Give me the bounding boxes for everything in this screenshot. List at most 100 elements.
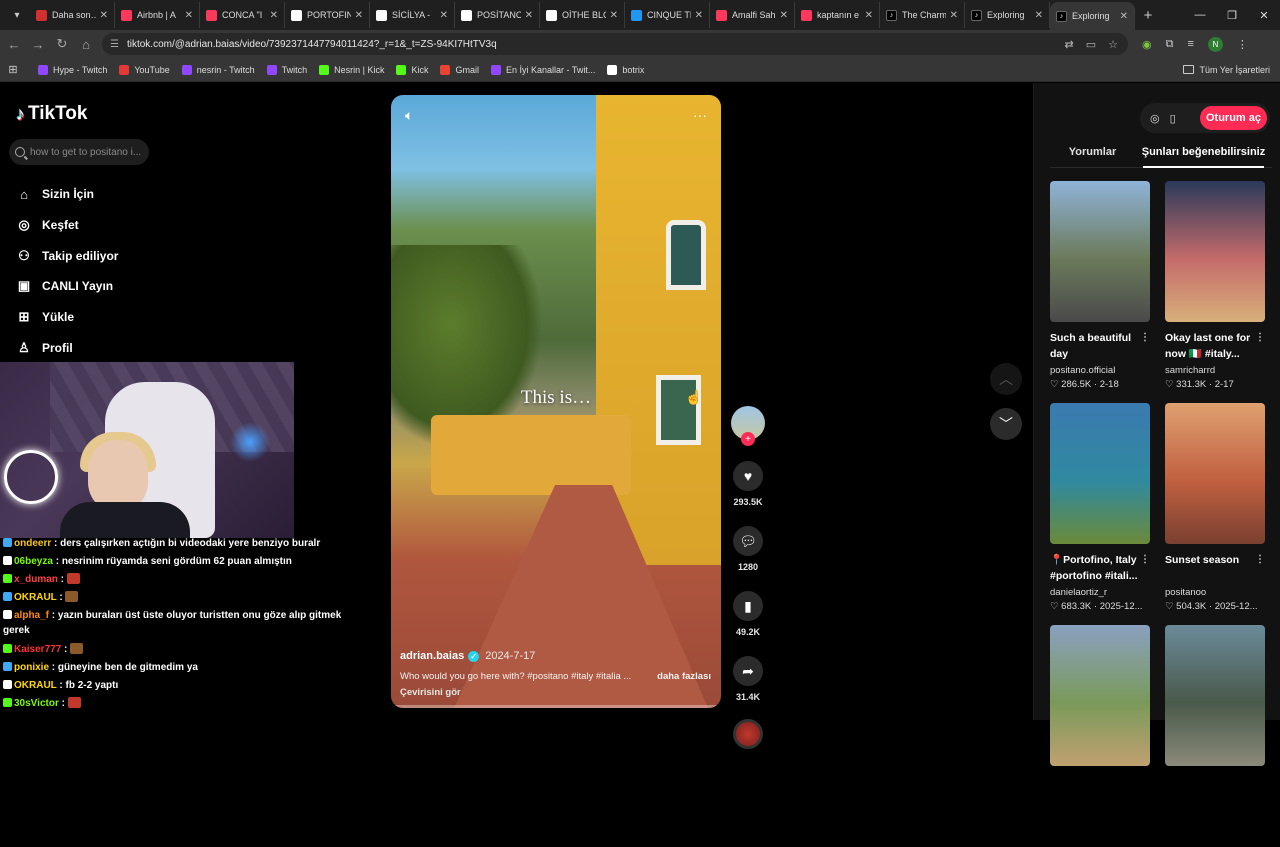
browser-tab[interactable]: PORTOFIN ✕	[285, 2, 370, 28]
bookmark-item[interactable]: Twitch	[266, 64, 307, 75]
browser-tab[interactable]: CINQUE TE ✕	[625, 2, 710, 28]
url-field[interactable]: ☰ tiktok.com/@adrian.baias/video/7392371…	[102, 33, 1128, 55]
recommended-video-card[interactable]	[1050, 625, 1150, 847]
nav-item[interactable]: ⊞ Yükle	[16, 302, 118, 333]
tab-close-icon[interactable]: ✕	[1120, 11, 1128, 22]
card-username[interactable]: positano.official	[1050, 365, 1150, 376]
tab-close-icon[interactable]: ✕	[525, 10, 533, 21]
card-menu-icon[interactable]: ⋮	[1140, 330, 1150, 362]
bookmark-item[interactable]: Kick	[396, 64, 428, 75]
card-menu-icon[interactable]: ⋮	[1140, 552, 1150, 584]
bookmark-item[interactable]: botrix	[607, 64, 644, 75]
tab-close-icon[interactable]: ✕	[440, 10, 448, 21]
video-thumbnail[interactable]	[1050, 403, 1150, 544]
tab-close-icon[interactable]: ✕	[695, 10, 703, 21]
translate-icon[interactable]: ⇄	[1065, 38, 1074, 51]
tab-comments[interactable]: Yorumlar	[1050, 143, 1135, 167]
bookmark-item[interactable]: YouTube	[119, 64, 170, 75]
bookmark-item[interactable]: nesrin - Twitch	[181, 64, 255, 75]
browser-tab[interactable]: Daha son… ✕	[30, 2, 115, 28]
tab-close-icon[interactable]: ✕	[1035, 10, 1043, 21]
author-avatar[interactable]: +	[731, 406, 765, 446]
card-username[interactable]: positanoo	[1165, 587, 1265, 598]
puzzle-icon[interactable]: ⧉	[1166, 38, 1174, 51]
video-thumbnail[interactable]	[1165, 625, 1265, 766]
site-info-icon[interactable]: ☰	[110, 39, 119, 50]
video-thumbnail[interactable]	[1050, 625, 1150, 766]
card-username[interactable]: samricharrd	[1165, 365, 1265, 376]
tiktok-logo[interactable]: ♪ TikTok	[16, 103, 87, 125]
next-video-button[interactable]: ﹀	[990, 408, 1022, 440]
card-menu-icon[interactable]: ⋮	[1255, 552, 1265, 584]
new-tab-button[interactable]: +	[1135, 7, 1161, 24]
video-player[interactable]: 🔈︎ ··· This is… adrian.baias ✓ 2024-7-17…	[391, 95, 721, 708]
browser-tab[interactable]: ♪ The Charm ✕	[880, 2, 965, 28]
profile-avatar[interactable]: N	[1207, 36, 1223, 52]
browser-tab[interactable]: Airbnb | A ✕	[115, 2, 200, 28]
all-bookmarks-button[interactable]: Tüm Yer İşaretleri	[1183, 65, 1270, 75]
login-button[interactable]: Oturum aç	[1199, 106, 1267, 130]
comment-icon[interactable]: 💬︎	[733, 526, 763, 556]
tab-close-icon[interactable]: ✕	[610, 10, 618, 21]
tab-close-icon[interactable]: ✕	[865, 10, 873, 21]
close-window-icon[interactable]: ✕	[1248, 9, 1280, 22]
volume-icon[interactable]: 🔈︎	[405, 107, 413, 124]
video-progress-bar[interactable]	[391, 705, 721, 708]
tab-close-icon[interactable]: ✕	[355, 10, 363, 21]
reload-icon[interactable]: ↻	[50, 36, 74, 52]
back-icon[interactable]: ←	[2, 37, 26, 52]
explore-icon[interactable]: ◎	[1150, 112, 1160, 125]
bookmark-item[interactable]: En İyi Kanallar - Twit...	[491, 64, 595, 75]
browser-tab[interactable]: ♪ Exploring ✕	[1050, 2, 1135, 30]
menu-dots-icon[interactable]: ⋮	[1237, 38, 1248, 51]
bookmark-icon[interactable]: ▮	[733, 591, 763, 621]
home-button-icon[interactable]: ⌂	[74, 37, 98, 52]
bookmark-item[interactable]: Nesrin | Kick	[319, 64, 384, 75]
nav-item[interactable]: ◎ Keşfet	[16, 210, 118, 241]
more-button[interactable]: daha fazlası	[657, 671, 711, 682]
bookmark-item[interactable]: Hype - Twitch	[38, 64, 107, 75]
nav-item[interactable]: ♙ Profil	[16, 332, 118, 363]
browser-tab[interactable]: POSİTANO ✕	[455, 2, 540, 28]
video-author[interactable]: adrian.baias	[400, 650, 464, 662]
recommended-video-card[interactable]: Such a beautiful day ⋮ positano.official ♡ …	[1050, 181, 1150, 403]
restore-icon[interactable]: ❐	[1216, 9, 1248, 22]
bookmark-item[interactable]: Gmail	[440, 64, 479, 75]
browser-tab[interactable]: kaptanın e ✕	[795, 2, 880, 28]
card-username[interactable]: danielaortiz_r	[1050, 587, 1150, 598]
tab-search-icon[interactable]: ▾	[4, 4, 30, 26]
tab-close-icon[interactable]: ✕	[950, 10, 958, 21]
tab-close-icon[interactable]: ✕	[185, 10, 193, 21]
tab-close-icon[interactable]: ✕	[100, 10, 108, 21]
tab-close-icon[interactable]: ✕	[780, 10, 788, 21]
cast-icon[interactable]: ▭	[1086, 38, 1096, 51]
recommended-video-card[interactable]: 📍Portofino, Italy #portofino #itali... ⋮ d…	[1050, 403, 1150, 625]
more-options-icon[interactable]: ···	[693, 107, 707, 123]
recommended-video-card[interactable]: Sunset season ⋮ positanoo ♡ 504.3K · 2025-1…	[1165, 403, 1265, 625]
device-icon[interactable]: ▯	[1170, 112, 1176, 125]
browser-tab[interactable]: Amalfi Sah ✕	[710, 2, 795, 28]
video-thumbnail[interactable]	[1050, 181, 1150, 322]
recommended-video-card[interactable]	[1165, 625, 1265, 847]
video-thumbnail[interactable]	[1165, 403, 1265, 544]
nav-item[interactable]: ⌂ Sizin İçin	[16, 179, 118, 210]
browser-tab[interactable]: CONCA "I ✕	[200, 2, 285, 28]
browser-tab[interactable]: ♪ Exploring ✕	[965, 2, 1050, 28]
follow-plus-icon[interactable]: +	[741, 432, 755, 446]
previous-video-button[interactable]: ︿	[990, 363, 1022, 395]
forward-icon[interactable]: →	[26, 37, 50, 52]
tab-close-icon[interactable]: ✕	[270, 10, 278, 21]
nav-item[interactable]: ▣ CANLI Yayın	[16, 271, 118, 302]
translate-button[interactable]: Çevirisini gör	[400, 687, 715, 698]
browser-tab[interactable]: OİTHE BLO ✕	[540, 2, 625, 28]
recommended-video-card[interactable]: Okay last one for now 🇮🇹 #italy... ⋮ samri…	[1165, 181, 1265, 403]
minimize-icon[interactable]: —	[1184, 9, 1216, 21]
tab-you-may-like[interactable]: Şunları beğenebilirsiniz	[1135, 143, 1272, 168]
apps-grid-icon[interactable]: ⊞	[0, 63, 26, 76]
extension-icon[interactable]: ◉	[1142, 38, 1152, 51]
share-icon[interactable]: ➦	[733, 656, 763, 686]
media-icon[interactable]: ≡	[1187, 38, 1193, 50]
search-input[interactable]: how to get to positano i...	[9, 139, 149, 165]
like-heart-icon[interactable]: ♥	[733, 461, 763, 491]
browser-tab[interactable]: SİCİLYA - ✕	[370, 2, 455, 28]
